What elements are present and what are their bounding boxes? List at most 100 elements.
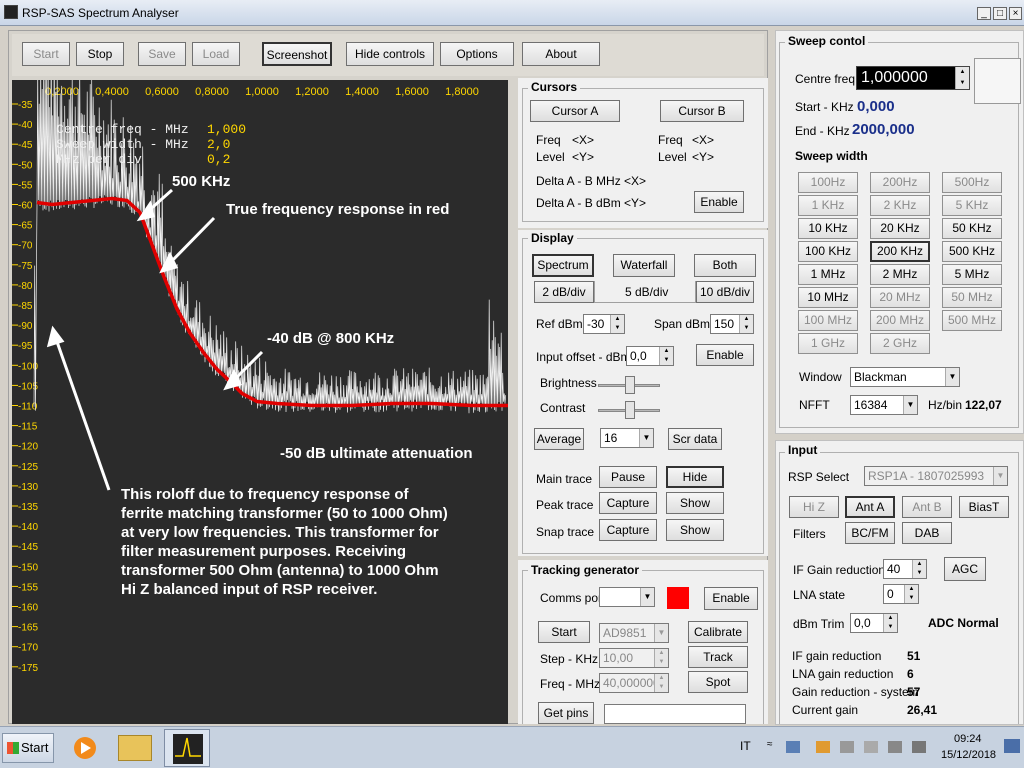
peak-show-button[interactable]: Show [666, 492, 724, 514]
sweep-width-200hz[interactable]: 200Hz [870, 172, 930, 193]
sweep-width-1khz[interactable]: 1 KHz [798, 195, 858, 216]
minimize-button[interactable]: _ [977, 7, 991, 20]
rsp-dropdown-icon[interactable]: ▼ [993, 467, 1007, 485]
comms-port-dropdown-icon[interactable]: ▼ [640, 588, 654, 606]
sweep-width-5mhz[interactable]: 5 MHz [942, 264, 1002, 285]
file-explorer-icon[interactable] [118, 735, 152, 761]
sweep-width-10khz[interactable]: 10 KHz [798, 218, 858, 239]
calibrate-button[interactable]: Calibrate [688, 621, 748, 643]
stop-button[interactable]: Stop [76, 42, 124, 66]
sweep-width-100khz[interactable]: 100 KHz [798, 241, 858, 262]
sweep-width-50khz[interactable]: 50 KHz [942, 218, 1002, 239]
lna-state-spinner[interactable]: ▲ ▼ [904, 585, 918, 603]
volume-icon[interactable] [864, 741, 878, 753]
centre-freq-knob[interactable] [974, 58, 1021, 104]
scr-data-button[interactable]: Scr data [668, 428, 722, 450]
tracking-start-button[interactable]: Start [538, 621, 590, 643]
step-khz-spinner[interactable]: ▲ ▼ [654, 649, 668, 667]
window-select[interactable]: Blackman [850, 367, 960, 387]
start-button[interactable]: Start [22, 42, 70, 66]
average-dropdown-icon[interactable]: ▼ [639, 429, 653, 447]
action-center-icon[interactable] [888, 741, 902, 753]
clock-time[interactable]: 09:24 [954, 733, 982, 745]
sweep-width-2mhz[interactable]: 2 MHz [870, 264, 930, 285]
ant-a-button[interactable]: Ant A [845, 496, 895, 518]
tracking-enable-button[interactable]: Enable [704, 587, 758, 610]
agc-button[interactable]: AGC [944, 557, 986, 581]
spectrum-button[interactable]: Spectrum [532, 254, 594, 277]
snap-show-button[interactable]: Show [666, 519, 724, 541]
tray-expand-icon[interactable]: ≈ [767, 739, 773, 750]
sweep-width-1mhz[interactable]: 1 MHz [798, 264, 858, 285]
centre-freq-input[interactable]: 1,000000 [856, 66, 970, 90]
ant-b-button[interactable]: Ant B [902, 496, 952, 518]
get-pins-button[interactable]: Get pins [538, 702, 594, 724]
if-gain-spinner[interactable]: ▲ ▼ [912, 560, 926, 578]
show-desktop-icon[interactable] [1004, 739, 1020, 753]
options-button[interactable]: Options [440, 42, 514, 66]
both-button[interactable]: Both [694, 254, 756, 277]
sweep-width-200mhz[interactable]: 200 MHz [870, 310, 930, 331]
media-player-icon[interactable] [70, 733, 100, 763]
tray-app-icon[interactable] [816, 741, 830, 753]
dbm-trim-spinner[interactable]: ▲ ▼ [883, 614, 897, 632]
maximize-button[interactable]: □ [993, 7, 1007, 20]
sweep-width-2ghz[interactable]: 2 GHz [870, 333, 930, 354]
bcfm-button[interactable]: BC/FM [845, 522, 895, 544]
pins-field[interactable] [604, 704, 746, 724]
language-indicator[interactable]: IT [740, 739, 751, 753]
brightness-slider-thumb[interactable] [625, 376, 635, 394]
sweep-width-100mhz[interactable]: 100 MHz [798, 310, 858, 331]
nfft-dropdown-icon[interactable]: ▼ [903, 396, 917, 414]
cursor-a-button[interactable]: Cursor A [530, 100, 620, 122]
clock-date[interactable]: 15/12/2018 [941, 749, 996, 761]
spectrum-analyser-task[interactable] [164, 729, 210, 767]
hiz-button[interactable]: Hi Z [789, 496, 839, 518]
track-button[interactable]: Track [688, 646, 748, 668]
2db-div-button[interactable]: 2 dB/div [534, 281, 594, 303]
screenshot-button[interactable]: Screenshot [262, 42, 332, 66]
freq-mhz-spinner[interactable]: ▲ ▼ [654, 674, 668, 692]
save-button[interactable]: Save [138, 42, 186, 66]
cursor-b-button[interactable]: Cursor B [660, 100, 744, 122]
sweep-width-1ghz[interactable]: 1 GHz [798, 333, 858, 354]
close-button[interactable]: × [1009, 7, 1022, 20]
span-dbm-spinner[interactable]: ▲ ▼ [739, 315, 753, 333]
sweep-width-5khz[interactable]: 5 KHz [942, 195, 1002, 216]
pause-button[interactable]: Pause [599, 466, 657, 488]
rsp-select[interactable]: RSP1A - 1807025993 [864, 466, 1008, 486]
dab-button[interactable]: DAB [902, 522, 952, 544]
window-dropdown-icon[interactable]: ▼ [945, 368, 959, 386]
peak-capture-button[interactable]: Capture [599, 492, 657, 514]
power-icon[interactable] [912, 741, 926, 753]
5db-div-button[interactable]: 5 dB/div [625, 285, 668, 299]
network-icon[interactable] [786, 741, 800, 753]
start-menu-button[interactable]: Start [2, 733, 54, 763]
main-hide-button[interactable]: Hide [666, 466, 724, 488]
device-dropdown-icon[interactable]: ▼ [654, 624, 668, 642]
sweep-width-20mhz[interactable]: 20 MHz [870, 287, 930, 308]
10db-div-button[interactable]: 10 dB/div [696, 281, 754, 303]
average-button[interactable]: Average [534, 428, 584, 450]
clipboard-icon[interactable] [840, 741, 854, 753]
load-button[interactable]: Load [192, 42, 240, 66]
cursors-enable-button[interactable]: Enable [694, 191, 744, 213]
centre-freq-spinner[interactable]: ▲ ▼ [955, 67, 969, 89]
contrast-slider-thumb[interactable] [625, 401, 635, 419]
hide-controls-button[interactable]: Hide controls [346, 42, 434, 66]
biast-button[interactable]: BiasT [959, 496, 1009, 518]
waterfall-button[interactable]: Waterfall [613, 254, 675, 277]
spectrum-plot[interactable]: 0,2000 0,4000 0,6000 0,8000 1,0000 1,2000 1,40… [12, 80, 508, 724]
about-button[interactable]: About [522, 42, 600, 66]
sweep-width-2khz[interactable]: 2 KHz [870, 195, 930, 216]
sweep-width-20khz[interactable]: 20 KHz [870, 218, 930, 239]
sweep-width-500khz[interactable]: 500 KHz [942, 241, 1002, 262]
sweep-width-10mhz[interactable]: 10 MHz [798, 287, 858, 308]
input-offset-spinner[interactable]: ▲ ▼ [659, 347, 673, 365]
offset-enable-button[interactable]: Enable [696, 344, 754, 366]
sweep-width-100hz[interactable]: 100Hz [798, 172, 858, 193]
snap-capture-button[interactable]: Capture [599, 519, 657, 541]
sweep-width-500hz[interactable]: 500Hz [942, 172, 1002, 193]
ref-dbm-spinner[interactable]: ▲ ▼ [610, 315, 624, 333]
sweep-width-50mhz[interactable]: 50 MHz [942, 287, 1002, 308]
